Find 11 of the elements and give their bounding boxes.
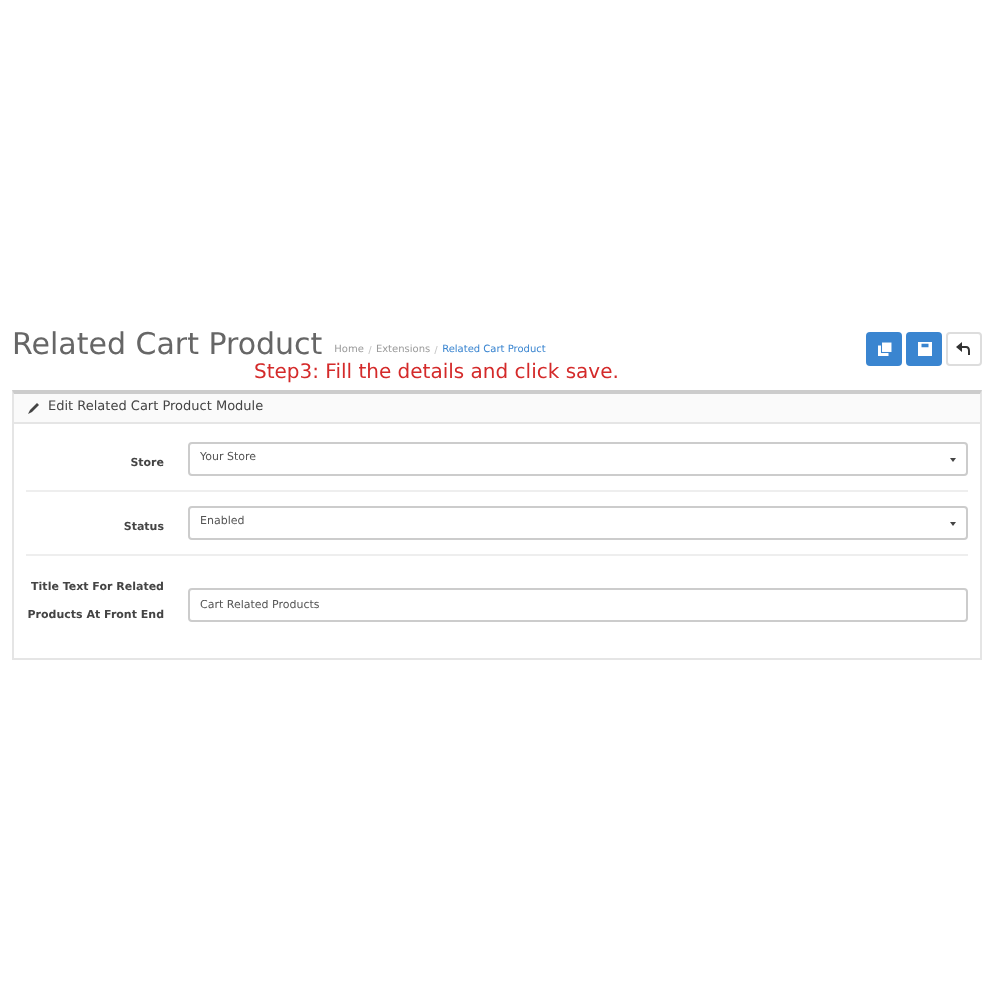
undo-icon (956, 342, 972, 356)
copy-icon (877, 342, 891, 356)
dropdown-caret-icon (950, 521, 956, 525)
breadcrumb-separator-icon (367, 346, 372, 355)
instruction-text: Step3: Fill the details and click save. (254, 364, 621, 384)
save-icon (917, 342, 931, 356)
dropdown-caret-icon (950, 457, 956, 461)
toolbar-button[interactable] (946, 332, 982, 366)
breadcrumb-separator-icon (434, 346, 439, 355)
page-title: Related Cart Product (12, 330, 323, 360)
pencil-icon (28, 402, 40, 414)
